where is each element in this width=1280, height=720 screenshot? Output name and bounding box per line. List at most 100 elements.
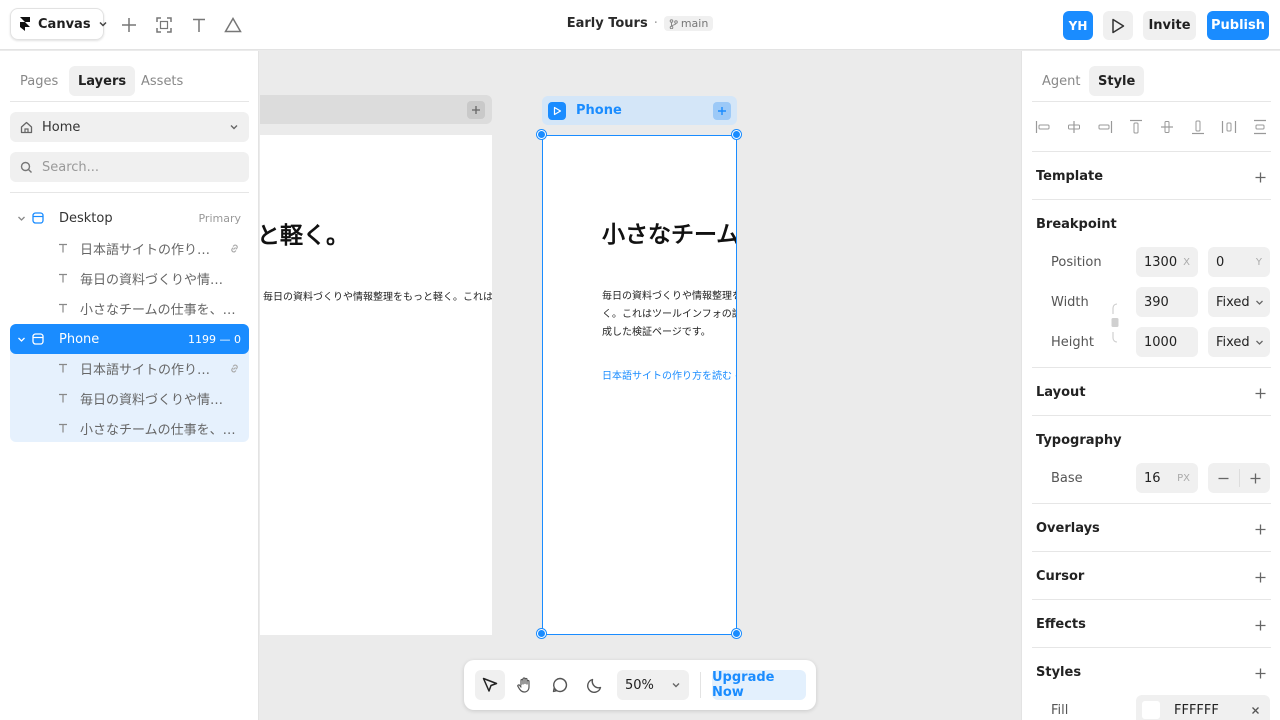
add-breakpoint-button[interactable] — [713, 101, 731, 120]
desktop-frame-header[interactable] — [260, 95, 492, 124]
panel-divider — [1032, 101, 1271, 102]
panel-divider — [1032, 599, 1271, 600]
base-size-stepper[interactable] — [1208, 463, 1270, 493]
layer-label: 小さなチームの仕事を、も... — [80, 302, 236, 318]
distribute-horizontal-icon[interactable] — [1219, 117, 1239, 137]
height-field[interactable]: 1000 — [1136, 327, 1198, 357]
add-style-button[interactable] — [1253, 666, 1267, 680]
height-mode-select[interactable]: Fixed — [1208, 327, 1270, 357]
moon-icon — [586, 676, 604, 694]
width-mode-select[interactable]: Fixed — [1208, 287, 1270, 317]
minus-icon[interactable] — [1208, 473, 1239, 484]
text-tool-button[interactable] — [187, 13, 211, 37]
frame-layer-icon — [32, 333, 59, 345]
insert-button[interactable] — [117, 13, 141, 37]
width-field[interactable]: 390 — [1136, 287, 1198, 317]
layer-text[interactable]: 日本語サイトの作り方... — [10, 353, 249, 383]
resize-handle-bottom-left[interactable] — [537, 629, 546, 638]
add-breakpoint-button[interactable] — [467, 101, 485, 119]
add-layout-button[interactable] — [1253, 386, 1267, 400]
add-template-button[interactable] — [1253, 170, 1267, 184]
branch-icon — [669, 18, 678, 29]
align-left-icon[interactable] — [1033, 117, 1053, 137]
tab-pages[interactable]: Pages — [11, 66, 67, 96]
phone-body-text[interactable]: 毎日の資料づくりや情報整理をもっと軽く。これはツールインフォの記事用に作成した検… — [602, 288, 736, 342]
play-icon[interactable] — [548, 101, 566, 120]
desktop-body-text[interactable]: 毎日の資料づくりや情報整理をもっと軽く。これはツールインフォの記事用に — [263, 288, 492, 303]
align-right-icon[interactable] — [1095, 117, 1115, 137]
tab-layers[interactable]: Layers — [69, 66, 136, 96]
layer-text[interactable]: 毎日の資料づくりや情報整... — [10, 263, 249, 293]
user-avatar[interactable]: YH — [1063, 11, 1093, 40]
section-styles: Styles — [1036, 665, 1082, 680]
fill-swatch[interactable] — [1142, 701, 1160, 719]
close-icon[interactable] — [1251, 706, 1260, 715]
tab-assets[interactable]: Assets — [132, 66, 192, 96]
resize-handle-top-right[interactable] — [732, 130, 741, 139]
plus-icon — [1255, 524, 1266, 535]
preview-button[interactable] — [1103, 11, 1133, 40]
add-effect-button[interactable] — [1253, 618, 1267, 632]
panel-divider — [1032, 415, 1271, 416]
zoom-select[interactable]: 50% — [617, 670, 689, 700]
document-name[interactable]: Early Tours — [567, 16, 648, 31]
invite-button[interactable]: Invite — [1143, 11, 1196, 40]
distribute-vertical-icon[interactable] — [1250, 117, 1270, 137]
panel-divider — [1032, 503, 1271, 504]
chevron-down-icon[interactable] — [10, 214, 32, 223]
fill-field[interactable]: FFFFFF — [1136, 695, 1270, 720]
position-y-field[interactable]: 0 Y — [1208, 247, 1270, 277]
phone-frame[interactable]: 小さなチームの仕事を、もっと軽く。 毎日の資料づくりや情報整理をもっと軽く。これ… — [542, 135, 737, 635]
plus-icon[interactable] — [1240, 473, 1270, 484]
search-icon — [20, 161, 33, 174]
tab-style[interactable]: Style — [1089, 66, 1145, 96]
select-tool-button[interactable] — [475, 670, 505, 700]
phone-frame-label: Phone — [576, 103, 622, 118]
add-cursor-button[interactable] — [1253, 570, 1267, 584]
design-canvas[interactable]: 小さなチームの仕事を、もっと軽く。 毎日の資料づくりや情報整理をもっと軽く。これ… — [260, 51, 1020, 720]
panel-divider — [1032, 199, 1271, 200]
base-size-field[interactable]: 16 PX — [1136, 463, 1198, 493]
branch-badge[interactable]: main — [663, 16, 714, 31]
link-icon — [229, 243, 240, 254]
layer-desktop[interactable]: Desktop Primary — [10, 203, 249, 233]
shape-tool-button[interactable] — [221, 13, 245, 37]
layer-text[interactable]: 日本語サイトの作り方... — [10, 233, 249, 263]
align-center-v-icon[interactable] — [1157, 117, 1177, 137]
desktop-frame[interactable]: 小さなチームの仕事を、もっと軽く。 毎日の資料づくりや情報整理をもっと軽く。これ… — [260, 135, 492, 635]
layer-text[interactable]: 小さなチームの仕事を、も... — [10, 293, 249, 323]
phone-link[interactable]: 日本語サイトの作り方を読む → — [602, 367, 736, 382]
layer-phone[interactable]: Phone 1199 — 0 — [10, 324, 249, 354]
frame-tool-button[interactable] — [152, 13, 176, 37]
tab-agent[interactable]: Agent — [1033, 66, 1089, 96]
publish-button[interactable]: Publish — [1207, 11, 1269, 40]
layer-text[interactable]: 小さなチームの仕事を、も... — [10, 413, 249, 443]
app-name: Canvas — [38, 16, 91, 32]
position-x-field[interactable]: 1300 X — [1136, 247, 1198, 277]
plus-icon — [1255, 620, 1266, 631]
plus-icon — [1255, 572, 1266, 583]
resize-handle-top-left[interactable] — [537, 130, 546, 139]
text-icon — [191, 17, 207, 33]
desktop-heading[interactable]: 小さなチームの仕事を、もっと軽く。 — [260, 216, 349, 250]
comment-tool-button[interactable] — [545, 670, 575, 700]
search-input[interactable] — [42, 159, 232, 175]
add-overlay-button[interactable] — [1253, 522, 1267, 536]
align-top-icon[interactable] — [1126, 117, 1146, 137]
theme-toggle-button[interactable] — [580, 670, 610, 700]
layer-search[interactable] — [10, 152, 249, 182]
hand-tool-button[interactable] — [510, 670, 540, 700]
app-switcher-button[interactable]: Canvas — [10, 8, 107, 40]
toolbar-divider — [700, 672, 701, 698]
aspect-lock-icon[interactable] — [1110, 303, 1120, 343]
align-center-h-icon[interactable] — [1064, 117, 1084, 137]
phone-heading[interactable]: 小さなチームの仕事を、もっと軽く。 — [602, 215, 736, 249]
phone-frame-header[interactable]: Phone — [542, 96, 737, 125]
upgrade-button[interactable]: Upgrade Now — [712, 670, 806, 700]
panel-divider — [1032, 647, 1271, 648]
layer-text[interactable]: 毎日の資料づくりや情報整... — [10, 383, 249, 413]
resize-handle-bottom-right[interactable] — [732, 629, 741, 638]
align-bottom-icon[interactable] — [1188, 117, 1208, 137]
chevron-down-icon[interactable] — [10, 335, 32, 344]
page-select[interactable]: Home — [10, 112, 249, 142]
